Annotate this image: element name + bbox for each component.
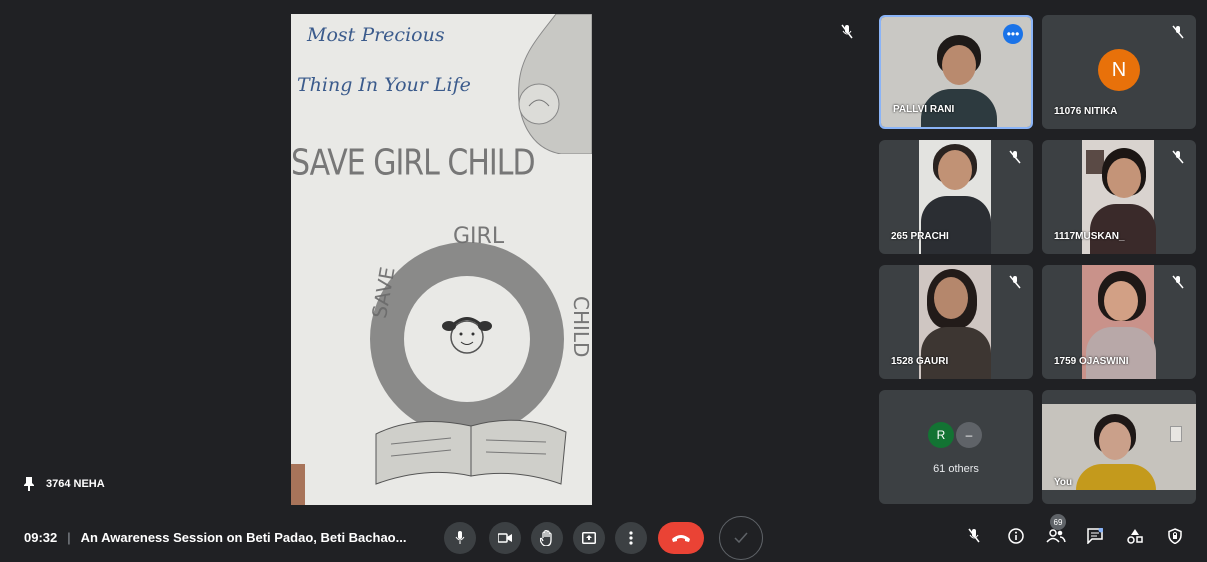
mute-all-button[interactable] — [962, 524, 986, 548]
main-stage: Most Precious Thing In Your Life SAVE GI… — [0, 0, 860, 510]
mic-off-icon — [1172, 150, 1184, 164]
divider: | — [67, 530, 71, 545]
participant-name: You — [1054, 477, 1073, 488]
chat-icon — [1087, 528, 1103, 544]
people-button[interactable]: 69 — [1044, 514, 1068, 548]
more-options-button[interactable]: ••• — [1003, 24, 1023, 44]
wall-switch — [1170, 426, 1182, 442]
meeting-title[interactable]: An Awareness Session on Beti Padao, Beti… — [81, 530, 407, 545]
captions-button[interactable] — [719, 516, 763, 560]
hand-edge — [291, 464, 305, 505]
camera-icon — [498, 533, 512, 543]
camera-button[interactable] — [489, 522, 521, 554]
participant-name: 265 PRACHI — [891, 231, 949, 242]
pin-icon — [24, 477, 34, 491]
activities-shapes-icon — [1127, 529, 1143, 544]
microphone-icon — [455, 531, 465, 544]
presenter-name: 3764 NEHA — [46, 478, 105, 490]
more-vert-icon — [629, 531, 633, 545]
microphone-button[interactable] — [444, 522, 476, 554]
participant-tile-gauri[interactable]: 1528 GAURI — [879, 265, 1033, 379]
end-call-button[interactable] — [658, 522, 704, 554]
participant-tile-ojaswini[interactable]: 1759 OJASWINI — [1042, 265, 1196, 379]
shield-lock-icon — [1168, 528, 1182, 544]
participant-name: 1528 GAURI — [891, 356, 949, 367]
phone-hangup-icon — [672, 535, 690, 542]
participant-tile-you[interactable]: You — [1042, 390, 1196, 504]
avatar: R — [928, 422, 954, 448]
participant-name: 1117MUSKAN_ — [1054, 231, 1125, 242]
participant-tile-prachi[interactable]: 265 PRACHI — [879, 140, 1033, 254]
mic-off-icon — [1172, 25, 1184, 39]
present-screen-icon — [582, 532, 596, 544]
hand-icon — [540, 530, 552, 546]
people-count-badge: 69 — [1050, 514, 1066, 530]
meeting-info: 09:32 | An Awareness Session on Beti Pad… — [24, 530, 406, 545]
participant-tile-muskan[interactable]: 1117MUSKAN_ — [1042, 140, 1196, 254]
present-button[interactable] — [573, 522, 605, 554]
chat-button[interactable] — [1083, 524, 1107, 548]
avatar: – — [956, 422, 982, 448]
bottom-bar: 09:32 | An Awareness Session on Beti Pad… — [0, 510, 1207, 562]
participant-tile-pallvi[interactable]: ••• PALLVI RANI — [879, 15, 1033, 129]
mic-off-icon — [1009, 150, 1021, 164]
mic-off-icon — [1172, 275, 1184, 289]
host-controls-button[interactable] — [1163, 524, 1187, 548]
ring-sketch — [370, 242, 567, 485]
participant-name: PALLVI RANI — [893, 104, 955, 115]
people-icon — [1046, 529, 1066, 543]
mic-off-icon — [1009, 275, 1021, 289]
participant-tile-others[interactable]: R – 61 others — [879, 390, 1033, 504]
check-icon — [734, 532, 748, 544]
avatar: N — [1098, 49, 1140, 91]
participant-tile-nitika[interactable]: N 11076 NITIKA — [1042, 15, 1196, 129]
info-icon — [1008, 528, 1024, 544]
meeting-time: 09:32 — [24, 530, 58, 545]
presenter-label: 3764 NEHA — [24, 477, 105, 491]
presented-drawing: Most Precious Thing In Your Life SAVE GI… — [291, 14, 592, 505]
raise-hand-button[interactable] — [531, 522, 563, 554]
more-options-button[interactable] — [615, 522, 647, 554]
others-count: 61 others — [933, 463, 979, 475]
participant-name: 1759 OJASWINI — [1054, 356, 1129, 367]
mic-off-icon — [968, 528, 980, 543]
activities-button[interactable] — [1123, 524, 1147, 548]
participant-name: 11076 NITIKA — [1054, 106, 1118, 117]
meeting-details-button[interactable] — [1004, 524, 1028, 548]
mic-off-icon — [841, 24, 853, 39]
